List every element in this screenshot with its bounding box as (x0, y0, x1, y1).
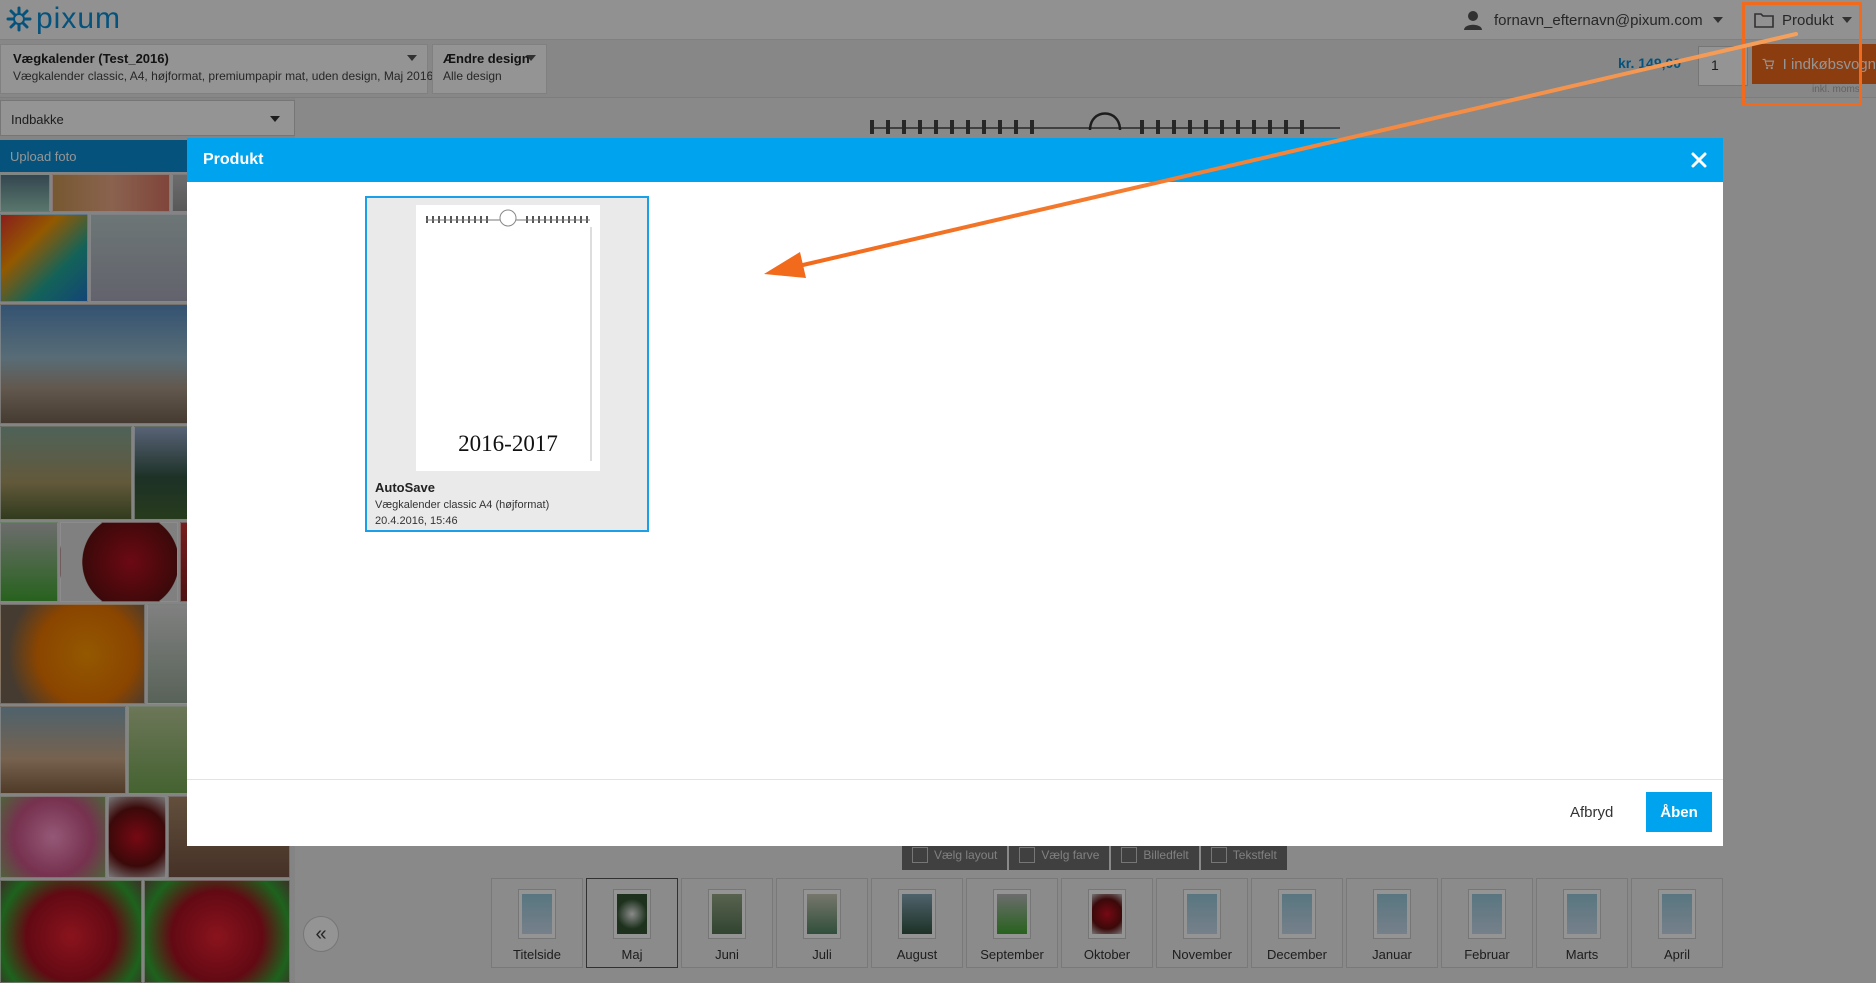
product-saved-date: 20.4.2016, 15:46 (375, 515, 458, 527)
close-icon[interactable] (1691, 152, 1707, 168)
calendar-preview: 2016-2017 (416, 205, 600, 471)
dialog-header: Produkt (187, 138, 1723, 182)
saved-product-card[interactable]: 2016-2017 AutoSave Vægkalender classic A… (365, 196, 649, 532)
annotation-highlight-box (1742, 2, 1862, 106)
spiral-binding-icon (426, 209, 590, 227)
open-button[interactable]: Åben (1646, 792, 1712, 832)
calendar-year: 2016-2017 (458, 431, 558, 456)
cancel-button[interactable]: Afbryd (1570, 804, 1613, 821)
dialog-footer: Afbryd Åben (187, 779, 1723, 846)
dialog-title: Produkt (203, 151, 264, 168)
product-dialog: Produkt 2016-2017 AutoSave Vægkalender c… (187, 138, 1723, 846)
page-edge (590, 227, 592, 461)
product-description: Vægkalender classic A4 (højformat) (375, 499, 550, 511)
product-name: AutoSave (375, 480, 435, 495)
